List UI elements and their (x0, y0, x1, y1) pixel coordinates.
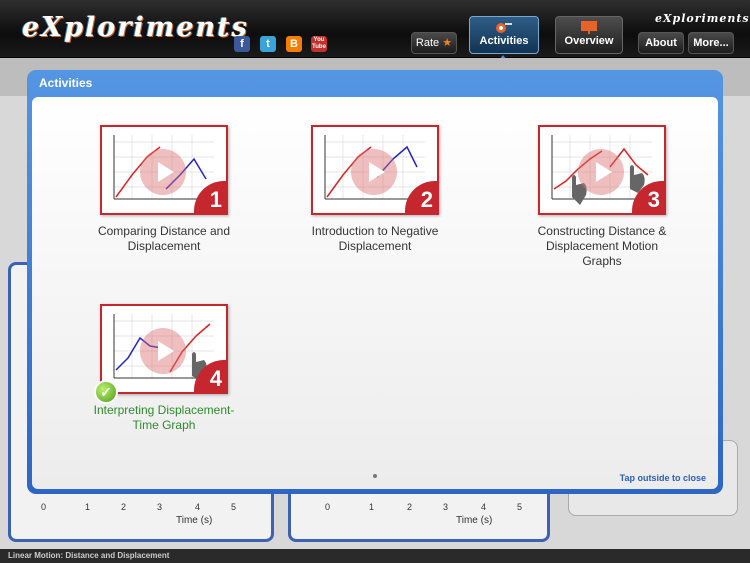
bg-tick: 3 (157, 502, 163, 512)
play-icon (140, 149, 186, 195)
twitter-icon[interactable]: t (260, 36, 276, 52)
activity-title-line: Time Graph (132, 418, 196, 432)
activities-popover: Activities 1 Comparing Distance and Disp… (27, 70, 723, 494)
bg-tick: 0 (325, 502, 331, 512)
top-bar: eXploriments f t B You Tube Rate ★ Activ… (0, 0, 750, 58)
overview-icon (581, 21, 597, 34)
tab-overview-label: Overview (564, 35, 614, 47)
close-hint[interactable]: Tap outside to close (620, 473, 706, 483)
rate-label: Rate (415, 37, 440, 49)
rate-button[interactable]: Rate ★ (411, 32, 457, 54)
activity-thumbnail: 1 (100, 125, 228, 215)
brand-small-logo: eXploriments (655, 12, 750, 25)
blogger-icon[interactable]: B (286, 36, 302, 52)
activity-title: Introduction to Negative Displacement (290, 224, 460, 254)
activity-card-3[interactable]: 3 Constructing Distance & Displacement M… (517, 125, 687, 269)
activity-title-line: Displacement (338, 239, 412, 253)
star-icon: ★ (442, 37, 453, 49)
activity-title-line: Constructing Distance & (537, 224, 667, 238)
youtube-icon[interactable]: You Tube (311, 36, 327, 52)
play-icon (140, 328, 186, 374)
activity-title-line: Graphs (582, 254, 622, 268)
activity-title-line: Displacement Motion (545, 239, 659, 253)
tab-activities[interactable]: Activities (469, 16, 539, 54)
bg-tick: 1 (85, 502, 91, 512)
page-indicator-dot (373, 474, 377, 478)
tab-activities-label: Activities (479, 35, 529, 47)
tab-overview[interactable]: Overview (555, 16, 623, 54)
activity-thumbnail: 4 ✓ (94, 304, 228, 404)
checkmark-icon: ✓ (94, 380, 118, 404)
app-logo: eXploriments (22, 12, 249, 43)
activity-title-line: Introduction to Negative (311, 224, 439, 238)
bg-tick: 5 (231, 502, 237, 512)
about-button[interactable]: About (638, 32, 684, 54)
bg-tick: 0 (41, 502, 47, 512)
bg-tick: 4 (481, 502, 487, 512)
bg-tick: 3 (443, 502, 449, 512)
more-button[interactable]: More... (688, 32, 734, 54)
bg-x-axis-label: Time (s) (176, 515, 213, 526)
bg-tick: 1 (369, 502, 375, 512)
activity-title: Interpreting Displacement- Time Graph (79, 403, 249, 433)
footer-title: Linear Motion: Distance and Displacement (0, 549, 750, 563)
activity-card-1[interactable]: 1 Comparing Distance and Displacement (79, 125, 249, 254)
activity-title-line: Displacement (127, 239, 201, 253)
bg-tick: 5 (517, 502, 523, 512)
activity-title-line: Interpreting Displacement- (93, 403, 235, 417)
activity-title: Comparing Distance and Displacement (79, 224, 249, 254)
activity-title: Constructing Distance & Displacement Mot… (517, 224, 687, 269)
activity-title-line: Comparing Distance and (97, 224, 231, 238)
activities-icon (496, 23, 512, 33)
activity-thumbnail: 3 (538, 125, 666, 215)
activity-card-4[interactable]: 4 ✓ Interpreting Displacement- Time Grap… (79, 304, 249, 433)
popover-body: 1 Comparing Distance and Displacement 2 … (32, 97, 718, 489)
bg-tick: 4 (195, 502, 201, 512)
bg-x-axis-label: Time (s) (456, 515, 493, 526)
play-icon (351, 149, 397, 195)
activity-card-2[interactable]: 2 Introduction to Negative Displacement (290, 125, 460, 254)
bg-tick: 2 (121, 502, 127, 512)
facebook-icon[interactable]: f (234, 36, 250, 52)
activity-thumbnail: 2 (311, 125, 439, 215)
play-icon (578, 149, 624, 195)
bg-tick: 2 (407, 502, 413, 512)
popover-title: Activities (39, 76, 93, 90)
